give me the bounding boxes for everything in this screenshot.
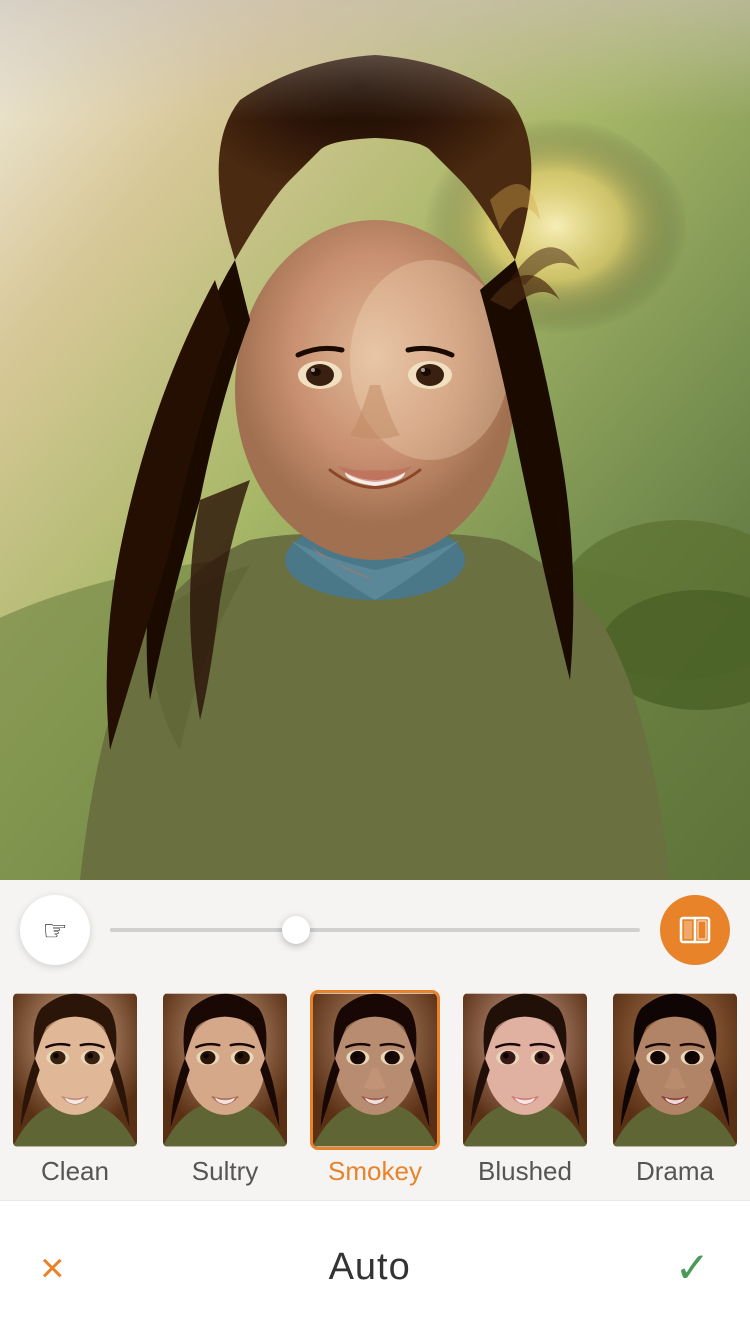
filter-thumb-smokey [310, 990, 440, 1150]
compare-button[interactable] [660, 895, 730, 965]
status-bar-gradient [0, 0, 750, 120]
filter-item-clean[interactable]: Clean [0, 990, 150, 1187]
filter-thumb-clean [10, 990, 140, 1150]
filter-thumb-sultry [160, 990, 290, 1150]
slider-track[interactable] [110, 928, 640, 932]
bottom-bar: × Auto ✓ [0, 1200, 750, 1334]
filter-thumb-blushed [460, 990, 590, 1150]
filter-item-drama[interactable]: Drama [600, 990, 750, 1187]
filter-item-blushed[interactable]: Blushed [450, 990, 600, 1187]
filter-label-blushed: Blushed [478, 1156, 572, 1187]
filter-strip: Clean [0, 980, 750, 1200]
gesture-button[interactable]: ☞ [20, 895, 90, 965]
confirm-button[interactable]: ✓ [675, 1243, 710, 1292]
main-photo [0, 0, 750, 880]
filter-item-sultry[interactable]: Sultry [150, 990, 300, 1187]
slider-thumb[interactable] [282, 916, 310, 944]
filter-item-smokey[interactable]: Smokey [300, 990, 450, 1187]
filter-label-clean: Clean [41, 1156, 109, 1187]
gesture-icon: ☞ [42, 914, 67, 947]
compare-icon [677, 912, 713, 948]
toolbar: ☞ [0, 880, 750, 980]
filter-label-drama: Drama [636, 1156, 714, 1187]
filter-label-smokey: Smokey [328, 1156, 422, 1187]
page-title: Auto [329, 1246, 411, 1289]
photo-area [0, 0, 750, 880]
slider-container [90, 928, 660, 932]
filter-label-sultry: Sultry [192, 1156, 258, 1187]
cancel-button[interactable]: × [40, 1244, 65, 1292]
filter-thumb-drama [610, 990, 740, 1150]
slider-fill [110, 928, 296, 932]
